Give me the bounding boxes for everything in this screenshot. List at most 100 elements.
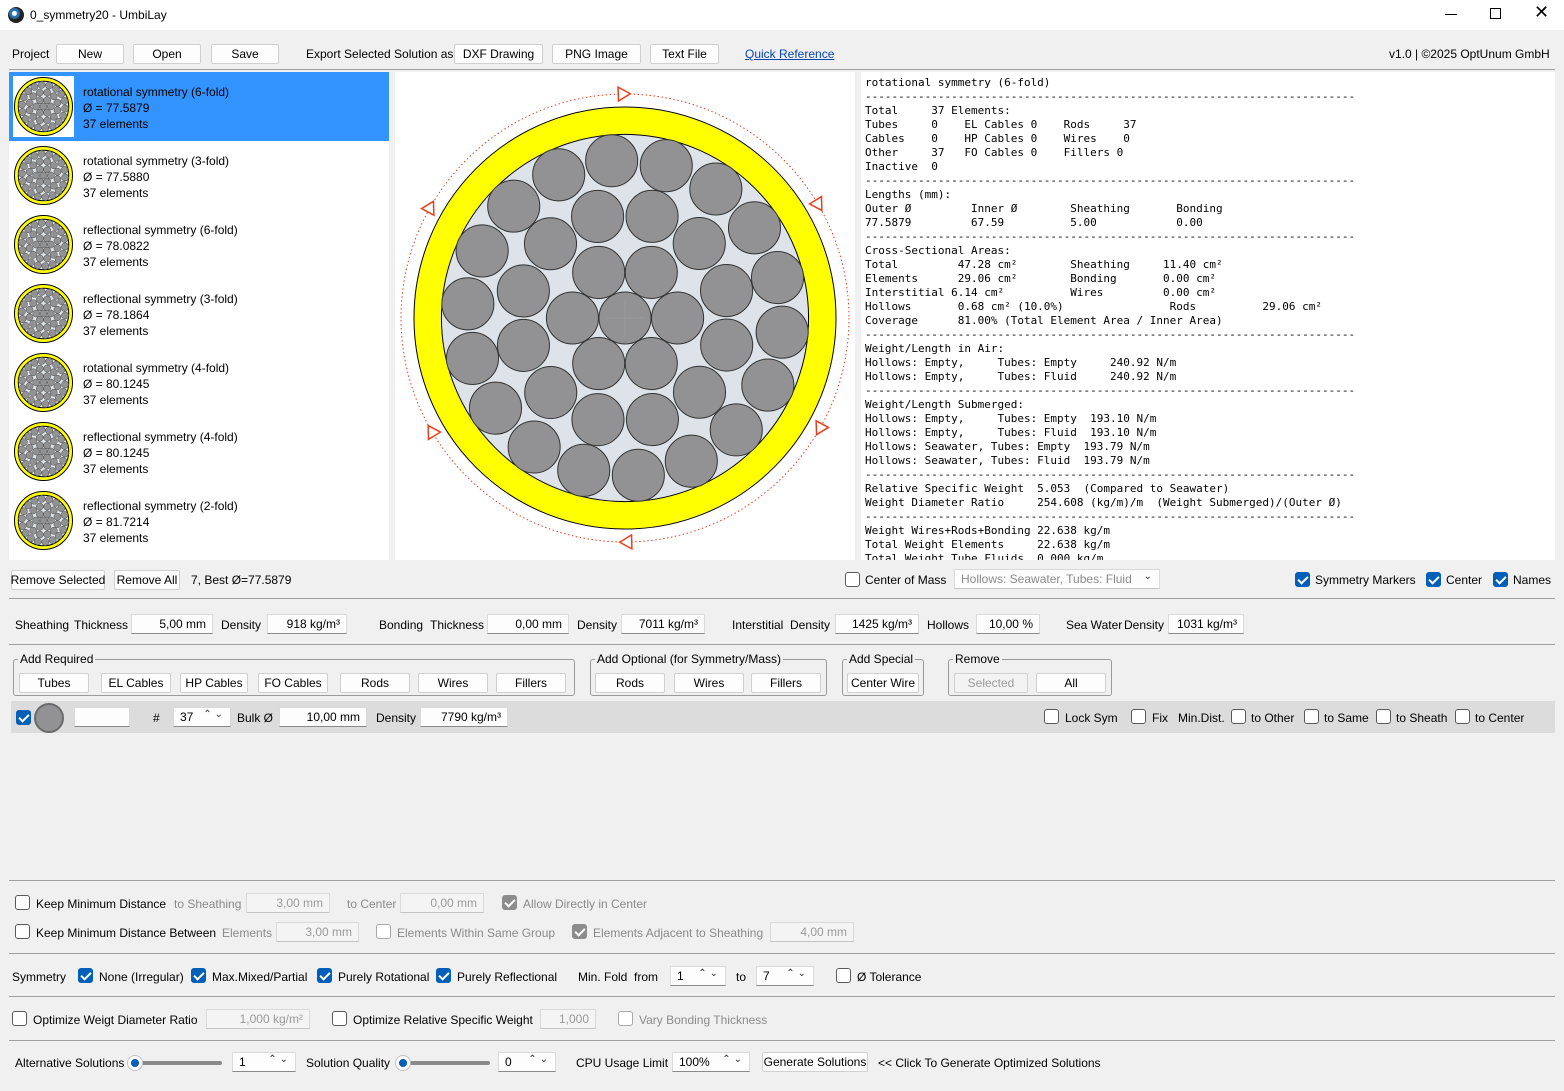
add-center-wire-button[interactable]: Center Wire <box>847 673 919 693</box>
minimize-icon[interactable] <box>1445 14 1457 15</box>
hollows-input[interactable]: 10,00 % <box>976 614 1040 634</box>
solution-item[interactable]: rotational symmetry (4-fold) Ø = 80.1245 3… <box>9 348 389 417</box>
add-wires-button[interactable]: Wires <box>418 673 488 693</box>
add-fo-cables-button[interactable]: FO Cables <box>258 673 328 693</box>
close-icon[interactable]: ✕ <box>1534 2 1549 23</box>
bonding-density-label: Density <box>577 618 618 632</box>
save-button[interactable]: Save <box>211 44 279 64</box>
center-checkbox[interactable] <box>1426 572 1441 587</box>
rel-weight-input[interactable]: 1,000 <box>540 1009 596 1029</box>
alt-solutions-slider[interactable] <box>128 1056 222 1070</box>
vary-bonding-checkbox[interactable] <box>618 1011 633 1026</box>
export-text-button[interactable]: Text File <box>650 44 719 64</box>
alt-solutions-spinner[interactable]: 1 ⌃⌄ <box>232 1052 296 1072</box>
fold-to-spinner[interactable]: 7 ⌃⌄ <box>756 966 814 986</box>
solution-item[interactable]: rotational symmetry (3-fold) Ø = 77.5880 3… <box>9 141 389 210</box>
add-optional-fillers-button[interactable]: Fillers <box>751 673 821 693</box>
bonding-density-input[interactable]: 7011 kg/m³ <box>621 614 705 634</box>
add-el-cables-button[interactable]: EL Cables <box>101 673 171 693</box>
alt-solutions-slider-thumb[interactable] <box>128 1056 142 1070</box>
element-color-swatch[interactable] <box>34 703 64 733</box>
sheathing-thickness-input[interactable]: 5,00 mm <box>131 614 213 634</box>
add-rods-button[interactable]: Rods <box>340 673 410 693</box>
keep-min-between-checkbox[interactable] <box>15 924 30 939</box>
add-optional-rods-button[interactable]: Rods <box>595 673 665 693</box>
fix-checkbox[interactable] <box>1131 709 1146 724</box>
element-rod <box>41 262 50 270</box>
sheathing-density-input[interactable]: 918 kg/m³ <box>267 614 347 634</box>
element-rod <box>700 318 754 372</box>
bonding-thickness-label: Thickness <box>430 618 485 632</box>
within-same-checkbox[interactable] <box>376 924 391 939</box>
export-dxf-button[interactable]: DXF Drawing <box>454 44 543 64</box>
keep-min-distance-checkbox[interactable] <box>15 895 30 910</box>
hollows-select[interactable]: Hollows: Seawater, Tubes: Fluid ⌄ <box>954 569 1160 589</box>
remove-selected-element-button[interactable]: Selected <box>954 673 1028 693</box>
solution-quality-value: 0 <box>505 1055 512 1069</box>
bulk-diameter-input[interactable]: 10,00 mm <box>279 707 367 727</box>
add-optional-wires-button[interactable]: Wires <box>674 673 744 693</box>
maximize-icon[interactable] <box>1490 8 1501 19</box>
solution-item[interactable]: reflectional symmetry (4-fold) Ø = 80.124… <box>9 417 389 486</box>
solution-quality-slider[interactable] <box>396 1056 490 1070</box>
element-rod <box>36 530 44 539</box>
solution-item[interactable]: reflectional symmetry (2-fold) Ø = 81.721… <box>9 486 389 555</box>
to-sheathing-input[interactable]: 3,00 mm <box>246 893 330 913</box>
symmetry-mixed-checkbox[interactable] <box>191 968 206 983</box>
optimize-rel-weight-checkbox[interactable] <box>332 1011 347 1026</box>
adjacent-sheathing-checkbox[interactable] <box>572 924 587 939</box>
export-png-button[interactable]: PNG Image <box>552 44 641 64</box>
add-fillers-button[interactable]: Fillers <box>496 673 566 693</box>
bonding-thickness-input[interactable]: 0,00 mm <box>487 614 569 634</box>
fold-from-spinner[interactable]: 1 ⌃⌄ <box>670 966 726 986</box>
center-of-mass-checkbox[interactable] <box>845 572 860 587</box>
divider <box>9 953 1555 954</box>
remove-selected-button[interactable]: Remove Selected <box>11 570 105 590</box>
symmetry-reflectional-checkbox[interactable] <box>436 968 451 983</box>
cpu-limit-spinner[interactable]: 100% ⌃⌄ <box>672 1052 750 1072</box>
new-button[interactable]: New <box>56 44 124 64</box>
optimize-weight-ratio-checkbox[interactable] <box>12 1011 27 1026</box>
to-center-input[interactable]: 0,00 mm <box>400 893 484 913</box>
element-density-input[interactable]: 7790 kg/m³ <box>420 707 508 727</box>
solution-quality-spinner[interactable]: 0 ⌃⌄ <box>498 1052 556 1072</box>
element-active-checkbox[interactable] <box>16 710 31 725</box>
to-other-checkbox[interactable] <box>1231 709 1246 724</box>
spinner-arrows-icon[interactable]: ⌃⌄ <box>698 968 721 979</box>
spinner-arrows-icon[interactable]: ⌃⌄ <box>786 968 809 979</box>
allow-center-checkbox[interactable] <box>502 895 517 910</box>
to-sheath-checkbox[interactable] <box>1376 709 1391 724</box>
interstitial-density-input[interactable]: 1425 kg/m³ <box>835 614 919 634</box>
spinner-arrows-icon[interactable]: ⌃⌄ <box>722 1054 745 1065</box>
element-count-spinner[interactable]: 37 ⌃⌄ <box>173 707 231 727</box>
to-same-checkbox[interactable] <box>1304 709 1319 724</box>
quick-reference-link[interactable]: Quick Reference <box>745 46 834 62</box>
solution-item[interactable]: rotational symmetry (6-fold) Ø = 77.5879 3… <box>9 72 389 141</box>
solution-item[interactable]: reflectional symmetry (6-fold) Ø = 78.082… <box>9 210 389 279</box>
symmetry-rotational-checkbox[interactable] <box>317 968 332 983</box>
generate-solutions-button[interactable]: Generate Solutions <box>762 1052 868 1072</box>
weight-ratio-input[interactable]: 1,000 kg/m² <box>206 1009 310 1029</box>
open-button[interactable]: Open <box>133 44 201 64</box>
remove-all-elements-button[interactable]: All <box>1036 673 1106 693</box>
seawater-density-input[interactable]: 1031 kg/m³ <box>1168 614 1244 634</box>
to-center-checkbox[interactable] <box>1455 709 1470 724</box>
spinner-arrows-icon[interactable]: ⌃⌄ <box>203 709 226 720</box>
solution-item[interactable]: reflectional symmetry (3-fold) Ø = 78.186… <box>9 279 389 348</box>
element-group-row[interactable]: # 37 ⌃⌄ Bulk Ø 10,00 mm Density 7790 kg/… <box>11 701 1555 733</box>
adjacent-sheathing-input[interactable]: 4,00 mm <box>770 922 854 942</box>
add-tubes-button[interactable]: Tubes <box>19 673 89 693</box>
symmetry-none-checkbox[interactable] <box>78 968 93 983</box>
solution-quality-slider-thumb[interactable] <box>396 1056 410 1070</box>
names-checkbox[interactable] <box>1493 572 1508 587</box>
elements-distance-input[interactable]: 3,00 mm <box>276 922 359 942</box>
add-hp-cables-button[interactable]: HP Cables <box>180 673 248 693</box>
spinner-arrows-icon[interactable]: ⌃⌄ <box>528 1054 551 1065</box>
remove-all-button[interactable]: Remove All <box>114 570 180 590</box>
element-name-input[interactable] <box>74 707 130 727</box>
tolerance-checkbox[interactable] <box>836 968 851 983</box>
lock-sym-checkbox[interactable] <box>1044 709 1059 724</box>
spinner-arrows-icon[interactable]: ⌃⌄ <box>268 1054 291 1065</box>
symmetry-markers-checkbox[interactable] <box>1295 572 1310 587</box>
solutions-list[interactable]: rotational symmetry (6-fold) Ø = 77.5879 3… <box>9 72 389 560</box>
